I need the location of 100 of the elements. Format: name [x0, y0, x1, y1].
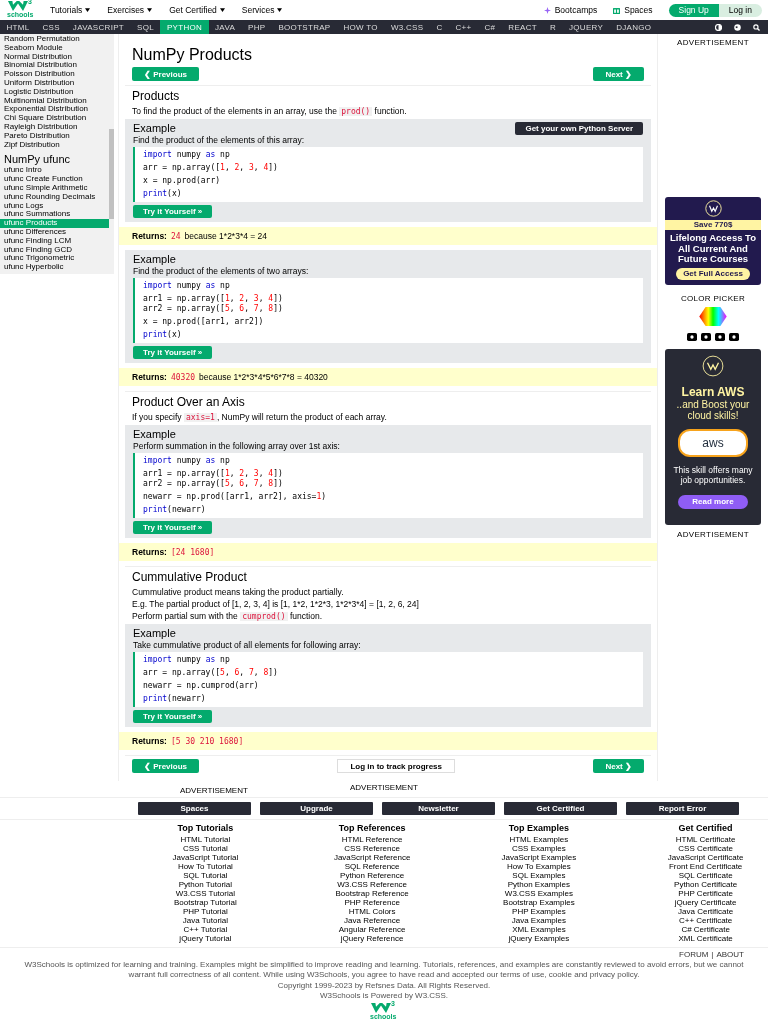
footer-button[interactable]: Get Certified	[504, 802, 617, 815]
footer-link[interactable]: CSS Examples	[511, 844, 566, 853]
topic-tab[interactable]: SQL	[130, 20, 161, 34]
sidebar-item[interactable]: ufunc Trigonometric	[0, 254, 109, 264]
track-progress-button[interactable]: Log in to track progress	[337, 759, 455, 773]
footer-link[interactable]: Python Reference	[340, 871, 405, 880]
footer-link[interactable]: HTML Certificate	[675, 835, 736, 844]
footer-link[interactable]: How To Examples	[506, 862, 571, 871]
sidebar-item[interactable]: Random Permutation	[0, 35, 109, 44]
social-icon[interactable]	[687, 332, 697, 341]
topic-tab[interactable]: JQUERY	[562, 20, 610, 34]
topic-tab[interactable]: W3.CSS	[384, 20, 430, 34]
footer-link[interactable]: HTML Reference	[341, 835, 403, 844]
header-link[interactable]: Bootcamps	[543, 5, 598, 15]
topic-tab[interactable]: PHP	[241, 20, 272, 34]
sidebar-item[interactable]: Logistic Distribution	[0, 87, 109, 97]
footer-link[interactable]: Java Reference	[344, 916, 401, 925]
footer-link[interactable]: XML Certificate	[678, 934, 733, 943]
sidebar-item[interactable]: Chi Square Distribution	[0, 114, 109, 123]
sidebar-item[interactable]: ufunc Summations	[0, 210, 109, 220]
topic-tab[interactable]: JAVA	[208, 20, 242, 34]
footer-link[interactable]: Python Certificate	[674, 880, 738, 889]
footer-link[interactable]: Java Examples	[511, 916, 566, 925]
sidebar-item[interactable]: ufunc Finding LCM	[0, 236, 109, 246]
footer-button[interactable]: Newsletter	[382, 802, 495, 815]
footer-link[interactable]: CSS Tutorial	[182, 844, 228, 853]
sidebar-item[interactable]: Pareto Distribution	[0, 131, 109, 141]
footer-button[interactable]: Report Error	[626, 802, 739, 815]
topic-tab[interactable]: HTML	[0, 20, 36, 34]
sidebar-item[interactable]: ufunc Finding GCD	[0, 245, 109, 255]
footer-link[interactable]: Angular Reference	[338, 925, 406, 934]
sidebar-item[interactable]: Zipf Distribution	[0, 140, 109, 150]
footer-link[interactable]: Bootstrap Tutorial	[174, 898, 237, 907]
footer-link[interactable]: W3.CSS Reference	[337, 880, 408, 889]
footer-link[interactable]: Java Certificate	[678, 907, 734, 916]
footer-link[interactable]: jQuery Reference	[340, 934, 404, 943]
topic-tab[interactable]: REACT	[501, 20, 544, 34]
footer-link[interactable]: HTML Examples	[509, 835, 569, 844]
topic-tab[interactable]: JAVASCRIPT	[66, 20, 131, 34]
topic-tab[interactable]: BOOTSTRAP	[271, 20, 337, 34]
topic-tab[interactable]: HOW TO	[337, 20, 385, 34]
menu-button[interactable]: Tutorials	[50, 5, 91, 15]
sidebar-item[interactable]: ufunc Create Function	[0, 175, 109, 184]
footer-link[interactable]: C# Certificate	[681, 925, 730, 934]
footer-link[interactable]: JavaScript Tutorial	[172, 853, 239, 862]
footer-link[interactable]: SQL Certificate	[678, 871, 733, 880]
sidebar-item[interactable]: ufunc Simple Arithmetic	[0, 183, 109, 193]
sidebar-item[interactable]: ufunc Logs	[0, 201, 109, 211]
topic-tab[interactable]: R	[543, 20, 563, 34]
footer-link[interactable]: Python Examples	[507, 880, 570, 889]
social-icon[interactable]	[715, 332, 725, 341]
footer-link[interactable]: CSS Certificate	[678, 844, 733, 853]
footer-link[interactable]: W3.CSS Tutorial	[175, 889, 235, 898]
footer-button[interactable]: Spaces	[138, 802, 251, 815]
search-icon[interactable]	[753, 23, 760, 31]
footer-link[interactable]: PHP Certificate	[678, 889, 733, 898]
footer-link[interactable]: SQL Reference	[344, 862, 400, 871]
footer-link[interactable]: jQuery Examples	[508, 934, 570, 943]
read-more-button[interactable]: Read more	[678, 494, 748, 509]
sidebar-item[interactable]: Seaborn Module	[0, 43, 109, 53]
sidebar-item[interactable]: Uniform Distribution	[0, 79, 109, 88]
footer-link[interactable]: PHP Tutorial	[183, 907, 228, 916]
topic-tab[interactable]: DJANGO	[609, 20, 658, 34]
log-in-button[interactable]: Log in	[718, 3, 762, 17]
footer-link[interactable]: ABOUT	[716, 950, 744, 959]
footer-link[interactable]: PHP Examples	[512, 907, 566, 916]
sidebar-item[interactable]: Poisson Distribution	[0, 70, 109, 79]
footer-link[interactable]: JavaScript Reference	[333, 853, 411, 862]
footer-button[interactable]: Upgrade	[260, 802, 373, 815]
footer-link[interactable]: C++ Certificate	[678, 916, 733, 925]
footer-link[interactable]: How To Tutorial	[177, 862, 233, 871]
topic-tab[interactable]: CSS	[36, 20, 67, 34]
footer-link[interactable]: FORUM	[679, 950, 709, 959]
social-icon[interactable]	[701, 332, 711, 341]
footer-link[interactable]: JavaScript Certificate	[667, 853, 744, 862]
menu-button[interactable]: Get Certified	[169, 5, 225, 15]
sidebar-item[interactable]: Normal Distribution	[0, 52, 109, 62]
menu-button[interactable]: Services	[241, 5, 283, 15]
sidebar-item[interactable]: Rayleigh Distribution	[0, 122, 109, 132]
server-button[interactable]: Get your own Python Server	[515, 122, 643, 135]
footer-link[interactable]: Front End Certificate	[668, 862, 743, 871]
footer-link[interactable]: JavaScript Examples	[501, 853, 577, 862]
social-icon[interactable]	[729, 332, 739, 341]
footer-link[interactable]: Bootstrap Reference	[335, 889, 409, 898]
globe-icon[interactable]	[734, 23, 741, 31]
sidebar-item[interactable]: ufunc Differences	[0, 227, 109, 237]
topic-tab[interactable]: C	[429, 20, 449, 34]
footer-link[interactable]: HTML Tutorial	[180, 835, 231, 844]
sidebar-item[interactable]: ufunc Hyperbolic	[0, 263, 109, 272]
sidebar-item[interactable]: Binomial Distribution	[0, 61, 109, 71]
footer-link[interactable]: jQuery Tutorial	[179, 934, 232, 943]
footer-link[interactable]: SQL Examples	[512, 871, 566, 880]
sidebar-item[interactable]: Exponential Distribution	[0, 105, 109, 115]
footer-link[interactable]: HTML Colors	[348, 907, 396, 916]
sidebar-item[interactable]: ufunc Intro	[0, 166, 109, 176]
sidebar-item[interactable]: ufunc Rounding Decimals	[0, 192, 109, 202]
footer-link[interactable]: Bootstrap Examples	[503, 898, 575, 907]
topic-tab[interactable]: C#	[478, 20, 502, 34]
contrast-icon[interactable]	[715, 23, 722, 31]
topic-tab[interactable]: C++	[448, 20, 478, 34]
